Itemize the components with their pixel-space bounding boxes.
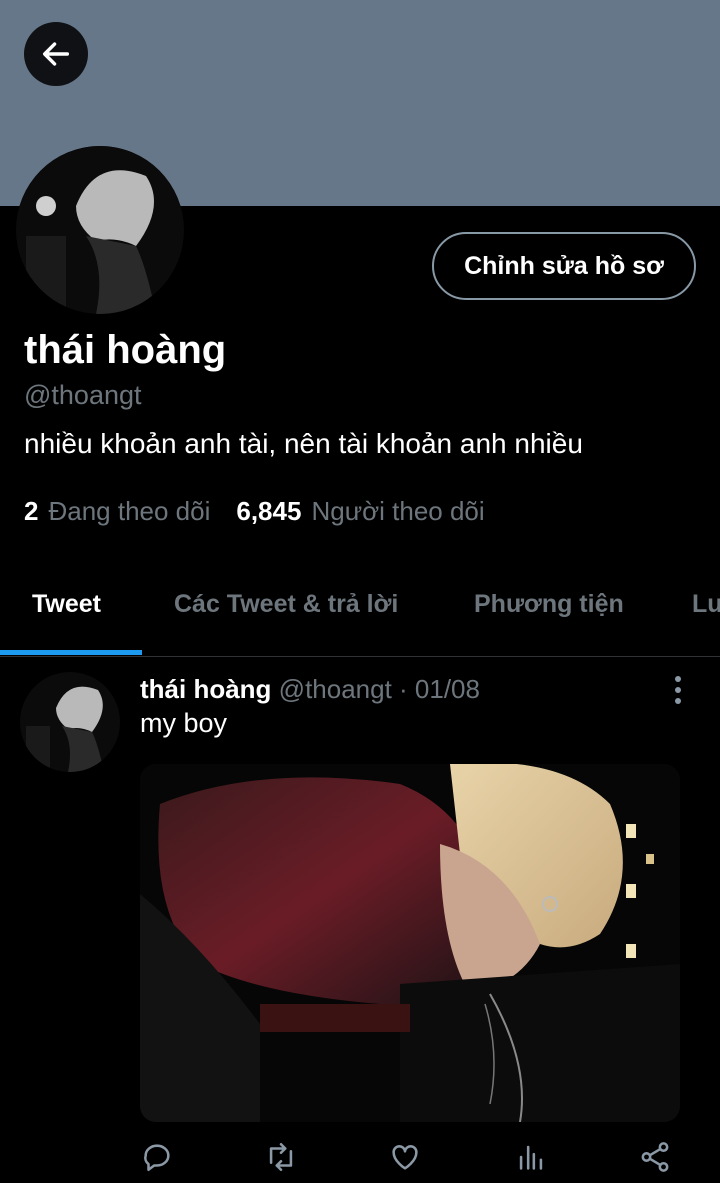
profile-avatar[interactable] (16, 146, 184, 314)
tweet-avatar[interactable] (20, 672, 120, 772)
share-button[interactable] (638, 1140, 672, 1174)
share-icon (641, 1142, 669, 1172)
reply-button[interactable] (140, 1140, 174, 1174)
retweet-button[interactable] (264, 1140, 298, 1174)
followers-label: Người theo dõi (311, 496, 485, 526)
tweet-handle-date: @thoangt · 01/08 (278, 674, 480, 704)
tweet-more-button[interactable] (664, 674, 692, 706)
like-icon (392, 1145, 418, 1170)
like-button[interactable] (388, 1140, 422, 1174)
more-vertical-icon (675, 676, 681, 704)
active-tab-indicator (0, 650, 142, 655)
analytics-icon (519, 1145, 543, 1170)
retweet-icon (269, 1142, 293, 1172)
profile-name: thái hoàng (24, 328, 227, 372)
following-link[interactable]: 2 Đang theo dõi (24, 496, 210, 527)
profile-tabs: Tweet Các Tweet & trả lời Phương tiện Lư (0, 560, 720, 657)
profile-stats: 2 Đang theo dõi 6,845 Người theo dõi (24, 496, 485, 527)
following-label: Đang theo dõi (48, 496, 211, 526)
tweet-media-image[interactable] (140, 764, 680, 1122)
edit-profile-button[interactable]: Chỉnh sửa hồ sơ (432, 232, 696, 300)
followers-count: 6,845 (236, 496, 302, 526)
back-button[interactable] (24, 22, 88, 86)
profile-bio: nhiều khoản anh tài, nên tài khoản anh n… (24, 428, 583, 459)
tab-media[interactable]: Phương tiện (474, 590, 624, 619)
tab-tweets[interactable]: Tweet (32, 590, 101, 619)
reply-icon (144, 1144, 170, 1172)
arrow-left-icon (42, 42, 70, 66)
analytics-button[interactable] (514, 1140, 548, 1174)
tweet-author-name[interactable]: thái hoàng (140, 674, 271, 704)
tweet-text: my boy (140, 708, 228, 738)
following-count: 2 (24, 496, 39, 526)
followers-link[interactable]: 6,845 Người theo dõi (236, 496, 484, 527)
tweet-header: thái hoàng @thoangt · 01/08 (140, 674, 480, 705)
profile-handle: @thoangt (24, 380, 142, 410)
tab-likes[interactable]: Lư (692, 590, 720, 619)
tab-tweets-replies[interactable]: Các Tweet & trả lời (174, 590, 398, 619)
